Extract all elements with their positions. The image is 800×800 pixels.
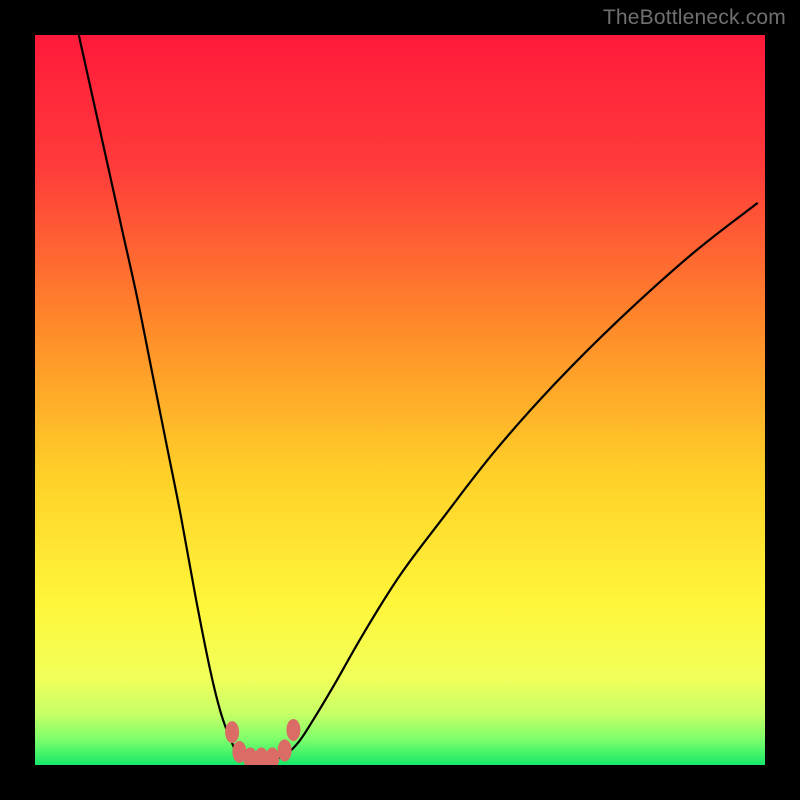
marker-left-top: [225, 721, 239, 743]
plot-svg: [35, 35, 765, 765]
marker-right-bottom: [278, 739, 292, 761]
watermark-text: TheBottleneck.com: [603, 6, 786, 30]
gradient-background: [35, 35, 765, 765]
chart-frame: TheBottleneck.com: [0, 0, 800, 800]
plot-area: [35, 35, 765, 765]
marker-right-top: [286, 719, 300, 741]
